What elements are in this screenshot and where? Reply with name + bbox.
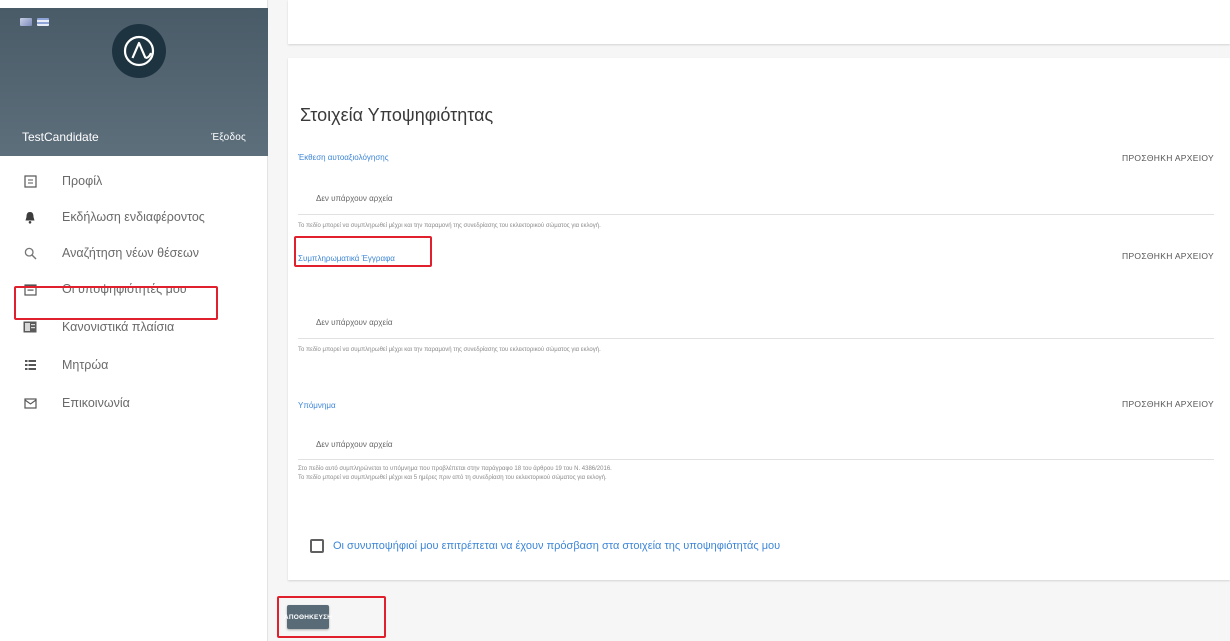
sidebar: TestCandidate Έξοδος Προφίλ Εκδήλωση ενδ… — [0, 0, 268, 641]
logout-button[interactable]: Έξοδος — [211, 132, 246, 143]
memorandum-help-text-2: Το πεδίο μπορεί να συμπληρωθεί μέχρι και… — [298, 475, 607, 481]
app-logo — [112, 24, 166, 78]
sidebar-item-regulations[interactable]: Κανονιστικά πλαίσια — [16, 314, 256, 340]
self-evaluation-help-text: Το πεδίο μπορεί να συμπληρωθεί μέχρι και… — [298, 223, 601, 229]
sidebar-item-label: Επικοινωνία — [62, 396, 130, 410]
sidebar-item-contact[interactable]: Επικοινωνία — [16, 390, 256, 416]
profile-icon — [22, 173, 38, 189]
self-evaluation-empty-text: Δεν υπάρχουν αρχεία — [316, 194, 393, 203]
memorandum-label: Υπόμνημα — [298, 401, 336, 410]
supplementary-docs-empty-text: Δεν υπάρχουν αρχεία — [316, 318, 393, 327]
candidacy-details-card: Στοιχεία Υποψηφιότητας Έκθεση αυτοαξιολό… — [288, 58, 1230, 580]
sidebar-item-label: Κανονιστικά πλαίσια — [62, 320, 175, 334]
user-row: TestCandidate Έξοδος — [0, 126, 268, 148]
sidebar-item-label: Αναζήτηση νέων θέσεων — [62, 246, 199, 260]
sidebar-item-label: Προφίλ — [62, 174, 103, 188]
sidebar-item-profile[interactable]: Προφίλ — [16, 168, 256, 194]
calendar-icon — [22, 281, 38, 297]
mail-icon — [22, 395, 38, 411]
sidebar-item-my-candidacies[interactable]: Οι υποψηφιότητές μου — [16, 276, 256, 302]
memorandum-empty-text: Δεν υπάρχουν αρχεία — [316, 440, 393, 449]
language-switcher — [20, 18, 49, 26]
greek-flag-icon[interactable] — [37, 18, 49, 26]
section-title: Στοιχεία Υποψηφιότητας — [300, 105, 494, 125]
logo-a-icon — [123, 35, 155, 67]
divider — [298, 459, 1214, 460]
share-access-checkbox[interactable] — [310, 539, 324, 553]
username: TestCandidate — [22, 130, 99, 144]
sidebar-header: TestCandidate Έξοδος — [0, 8, 268, 156]
bell-icon — [22, 209, 38, 225]
share-access-checkbox-row[interactable]: Οι συνυποψήφιοί μου επιτρέπεται να έχουν… — [310, 539, 780, 553]
sidebar-item-interest[interactable]: Εκδήλωση ενδιαφέροντος — [16, 204, 256, 230]
sidebar-item-registries[interactable]: Μητρώα — [16, 352, 256, 378]
list-icon — [22, 357, 38, 373]
supplementary-docs-label: Συμπληρωματικά Έγγραφα — [298, 254, 395, 263]
supplementary-docs-attach-button[interactable]: ΠΡΟΣΘΗΚΗ ΑΡΧΕΙΟΥ — [1122, 251, 1214, 261]
previous-section-card — [288, 0, 1230, 44]
divider — [298, 214, 1214, 215]
sidebar-item-label: Εκδήλωση ενδιαφέροντος — [62, 210, 205, 224]
regulation-icon — [22, 319, 38, 335]
sidebar-item-label: Οι υποψηφιότητές μου — [62, 282, 187, 296]
memorandum-help-text-1: Στο πεδίο αυτό συμπληρώνεται το υπόμνημα… — [298, 466, 612, 472]
search-icon — [22, 245, 38, 261]
self-evaluation-label: Έκθεση αυτοαξιολόγησης — [298, 153, 389, 162]
divider — [298, 338, 1214, 339]
supplementary-docs-help-text: Το πεδίο μπορεί να συμπληρωθεί μέχρι και… — [298, 347, 601, 353]
share-access-checkbox-label: Οι συνυποψήφιοί μου επιτρέπεται να έχουν… — [333, 540, 781, 552]
sidebar-item-label: Μητρώα — [62, 358, 109, 372]
sidebar-item-search-positions[interactable]: Αναζήτηση νέων θέσεων — [16, 240, 256, 266]
english-flag-icon[interactable] — [20, 18, 32, 26]
save-button[interactable]: ΑΠΟΘΗΚΕΥΣΗ — [284, 605, 332, 629]
main-content: Στοιχεία Υποψηφιότητας Έκθεση αυτοαξιολό… — [268, 0, 1230, 641]
memorandum-attach-button[interactable]: ΠΡΟΣΘΗΚΗ ΑΡΧΕΙΟΥ — [1122, 399, 1214, 409]
self-evaluation-attach-button[interactable]: ΠΡΟΣΘΗΚΗ ΑΡΧΕΙΟΥ — [1122, 153, 1214, 163]
